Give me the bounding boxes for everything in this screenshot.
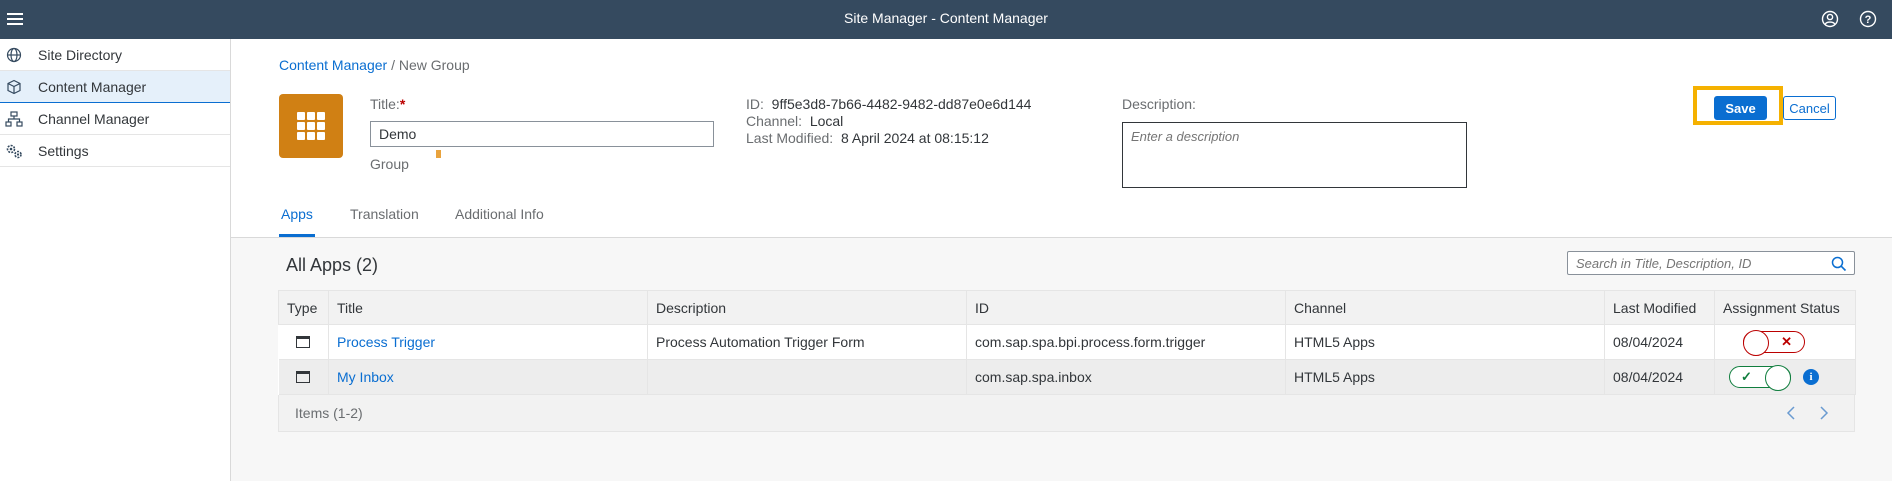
assignment-toggle[interactable]: ✓ (1729, 365, 1791, 391)
column-header-channel: Channel (1285, 290, 1605, 325)
type-label: Group (370, 156, 409, 172)
cancel-button[interactable]: Cancel (1783, 96, 1836, 120)
hierarchy-icon (5, 111, 23, 127)
save-button[interactable]: Save (1714, 96, 1767, 120)
app-id: com.sap.spa.inbox (966, 359, 1286, 395)
all-apps-heading: All Apps (2) (286, 255, 379, 275)
gears-icon (5, 143, 23, 159)
modified-label: Last Modified: (746, 130, 834, 146)
apps-table: Type Title Description ID Channel Last M… (278, 290, 1856, 395)
app-grid-icon (297, 112, 325, 140)
items-count: Items (1-2) (295, 405, 363, 421)
sidebar-item-content-manager[interactable]: Content Manager (0, 71, 230, 103)
app-id: com.sap.spa.bpi.process.form.trigger (966, 324, 1286, 360)
app-title-link[interactable]: My Inbox (328, 359, 648, 395)
user-icon[interactable] (1820, 9, 1840, 29)
sidebar-item-site-directory[interactable]: Site Directory (0, 39, 230, 71)
sidebar-item-channel-manager[interactable]: Channel Manager (0, 103, 230, 135)
modified-value: 8 April 2024 at 08:15:12 (840, 130, 989, 146)
assignment-status-cell: ✕ (1714, 324, 1856, 360)
tab-additional-info[interactable]: Additional Info (455, 206, 544, 237)
previous-page-icon[interactable] (1783, 404, 1801, 422)
sidebar-item-label: Channel Manager (38, 111, 150, 127)
sidebar-item-label: Content Manager (38, 79, 147, 95)
title-input[interactable] (370, 121, 714, 147)
toggle-knob (1765, 365, 1791, 391)
breadcrumb-content-manager-link[interactable]: Content Manager (279, 57, 387, 73)
search-icon[interactable] (1830, 255, 1848, 273)
table-row[interactable]: Process Trigger Process Automation Trigg… (278, 324, 1856, 360)
breadcrumb-separator: / (387, 57, 399, 73)
apps-panel: All Apps (2) Type Title Description ID C… (231, 237, 1892, 481)
column-header-last-modified: Last Modified (1604, 290, 1715, 325)
app-modified: 08/04/2024 (1604, 359, 1715, 395)
search-field (1567, 251, 1855, 275)
breadcrumb: Content Manager / New Group (279, 57, 470, 73)
tab-apps[interactable]: Apps (279, 206, 315, 237)
app-modified: 08/04/2024 (1604, 324, 1715, 360)
id-label: ID: (746, 96, 764, 112)
check-icon: ✓ (1741, 369, 1752, 384)
column-header-type: Type (278, 290, 329, 325)
type-cell (278, 324, 329, 360)
sidebar-item-label: Site Directory (38, 47, 123, 63)
title-label: Title:* (370, 96, 406, 112)
sidebar-item-settings[interactable]: Settings (0, 135, 230, 167)
cross-icon: ✕ (1781, 334, 1792, 349)
app-description (647, 359, 967, 395)
text-cursor-marker (436, 150, 441, 158)
app-description: Process Automation Trigger Form (647, 324, 967, 360)
window-icon (296, 336, 311, 348)
column-header-assignment-status: Assignment Status (1714, 290, 1856, 325)
toggle-knob (1743, 330, 1769, 356)
app-channel: HTML5 Apps (1285, 324, 1605, 360)
next-page-icon[interactable] (1814, 404, 1832, 422)
id-value: 9ff5e3d8-7b66-4482-9482-dd87e0e6d144 (771, 96, 1032, 112)
help-icon[interactable]: ? (1858, 9, 1878, 29)
sidebar-item-label: Settings (38, 143, 89, 159)
column-header-title: Title (328, 290, 648, 325)
channel-label: Channel: (746, 113, 803, 129)
group-meta: ID: 9ff5e3d8-7b66-4482-9482-dd87e0e6d144… (746, 96, 1031, 147)
type-cell (278, 359, 329, 395)
channel-value: Local (809, 113, 844, 129)
main-content: Content Manager / New Group Title:* Grou… (231, 39, 1892, 481)
info-icon[interactable]: i (1803, 369, 1819, 385)
description-input[interactable] (1122, 122, 1467, 188)
table-row[interactable]: My Inbox com.sap.spa.inbox HTML5 Apps 08… (278, 359, 1856, 395)
cube-icon (5, 79, 23, 95)
app-title-link[interactable]: Process Trigger (328, 324, 648, 360)
column-header-description: Description (647, 290, 967, 325)
tab-translation[interactable]: Translation (350, 206, 419, 237)
sidebar: Site Directory Content Manager Channel M… (0, 39, 231, 481)
window-icon (296, 371, 311, 383)
breadcrumb-current: New Group (398, 57, 470, 73)
description-label: Description: (1122, 96, 1196, 112)
shell-title: Site Manager - Content Manager (844, 10, 1048, 26)
required-marker: * (399, 96, 406, 112)
globe-icon (5, 47, 23, 63)
assignment-toggle[interactable]: ✕ (1743, 330, 1805, 356)
group-tile (279, 94, 343, 158)
table-footer: Items (1-2) (278, 395, 1855, 432)
shell-bar: Site Manager - Content Manager ? (0, 0, 1892, 39)
column-header-id: ID (966, 290, 1286, 325)
search-input[interactable] (1568, 252, 1818, 274)
svg-text:?: ? (1865, 14, 1872, 26)
app-channel: HTML5 Apps (1285, 359, 1605, 395)
assignment-status-cell: ✓ i (1714, 359, 1856, 395)
table-header-row: Type Title Description ID Channel Last M… (278, 290, 1856, 325)
